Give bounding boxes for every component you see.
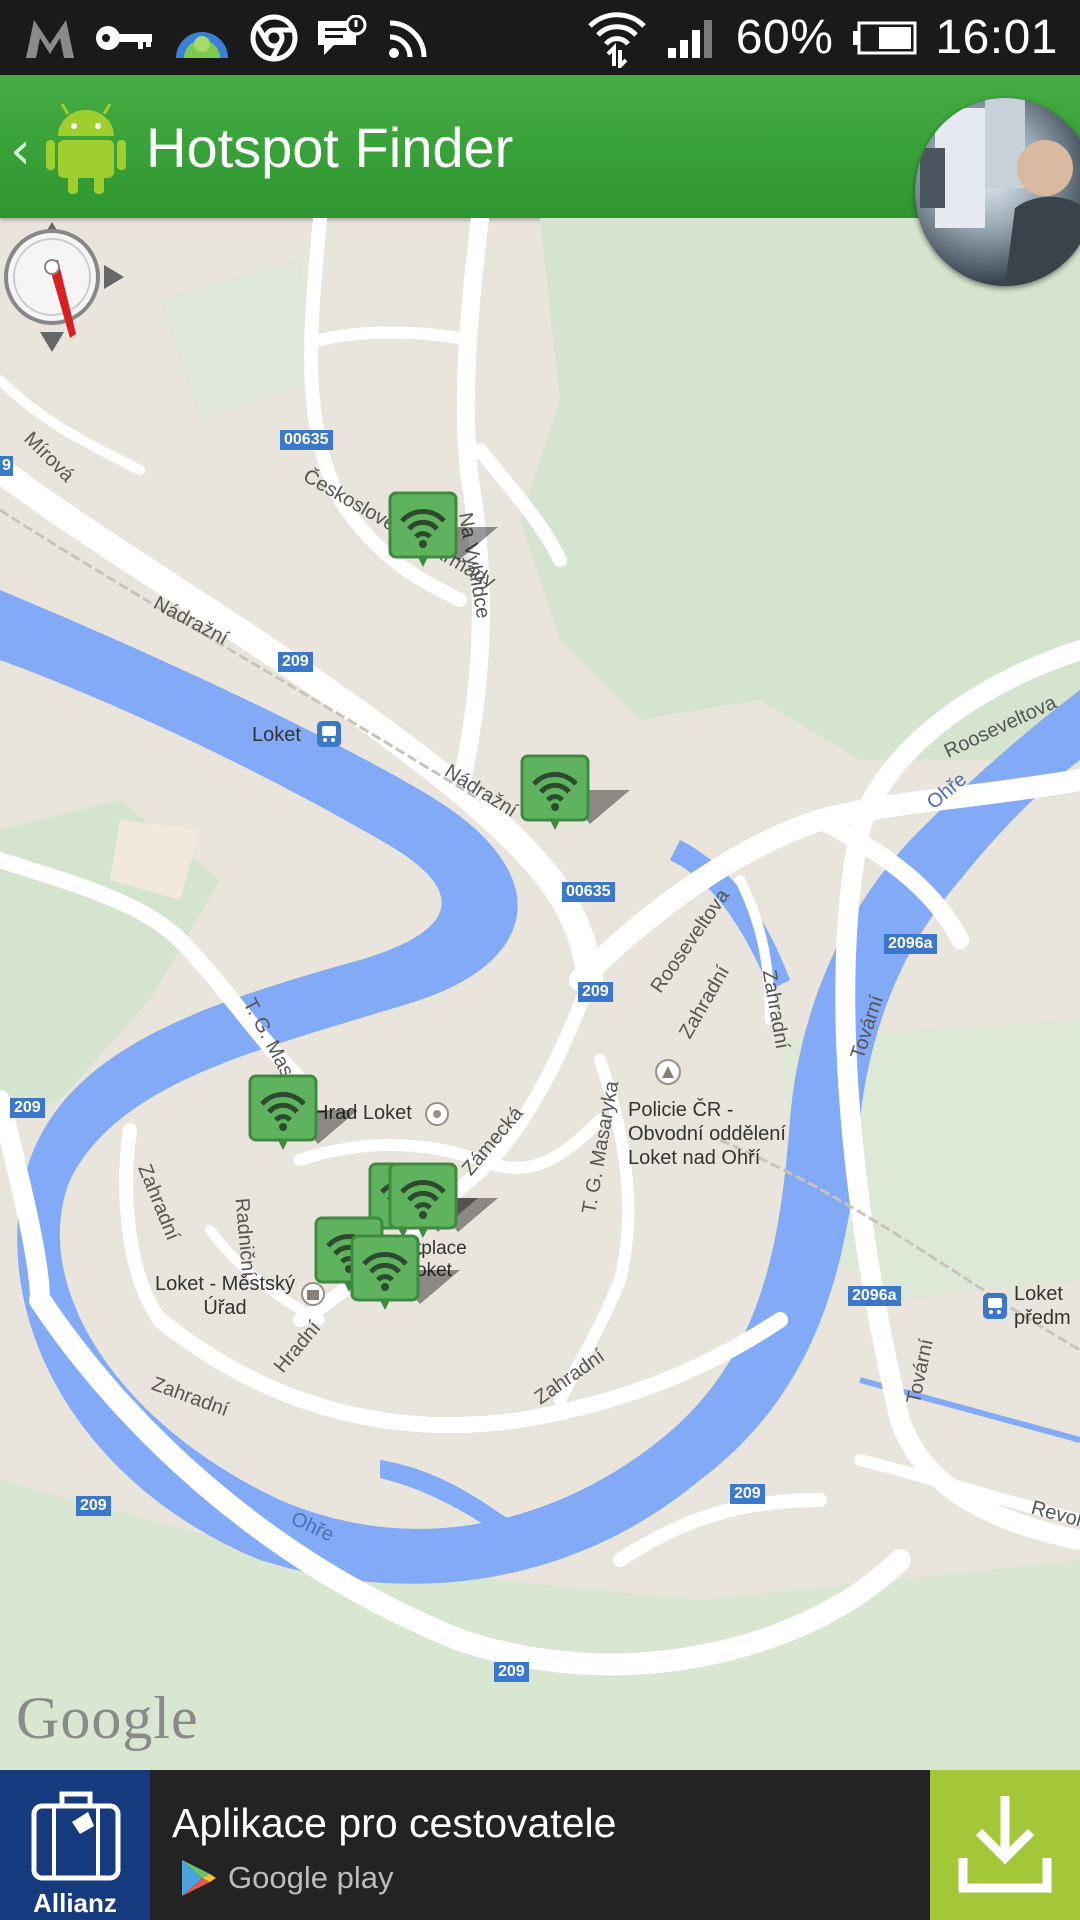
rss-icon <box>389 20 427 58</box>
ad-download-button[interactable] <box>930 1770 1080 1920</box>
back-chevron-icon[interactable]: ‹ <box>10 121 31 181</box>
battery-icon <box>853 21 917 54</box>
place-label-town-hall: Loket - Městský Úřad <box>154 1273 296 1319</box>
place-label-police: Policie ČR - Obvodní oddělení Loket nad … <box>628 1099 786 1169</box>
m-logo-icon <box>26 20 74 58</box>
place-label-station-east: Loket předm <box>1014 1283 1071 1329</box>
place-label-station: Loket <box>252 724 301 746</box>
road-shield: 00635 <box>280 430 333 450</box>
android-logo-icon[interactable] <box>44 100 128 196</box>
train-station-icon <box>317 721 341 747</box>
profile-photo-icon <box>920 98 1080 286</box>
allianz-logo: Allianz <box>0 1770 150 1920</box>
app-title: Hotspot Finder <box>146 116 514 179</box>
notification-icons <box>24 8 432 68</box>
android-market-icon <box>176 32 228 58</box>
clock: 16:01 <box>935 11 1058 64</box>
map-canvas[interactable] <box>0 209 1080 1770</box>
ad-banner[interactable]: Allianz Aplikace pro cestovatele Google … <box>0 1770 1080 1920</box>
signal-icon <box>667 19 712 58</box>
google-play-icon <box>182 1860 216 1896</box>
profile-avatar[interactable] <box>915 98 1080 286</box>
message-alert-icon <box>318 15 367 55</box>
google-play-badge: Google play <box>180 1858 393 1898</box>
road-shield: 209 <box>76 1496 111 1516</box>
road-shield: 2096a <box>848 1286 901 1306</box>
road-shield: 209 <box>494 1662 529 1682</box>
hotspot-marker[interactable] <box>520 754 630 844</box>
key-icon <box>96 26 152 50</box>
google-logo: Google <box>16 1685 199 1751</box>
road-shield: 00635 <box>562 882 615 902</box>
compass-icon[interactable] <box>0 222 130 352</box>
download-icon <box>958 1796 1052 1893</box>
road-shield: 9 <box>0 456 13 476</box>
train-station-east-icon <box>983 1293 1007 1319</box>
road-shield: 2096a <box>884 934 937 954</box>
status-bar: 60% 16:01 <box>0 0 1080 75</box>
road-shield: 209 <box>10 1098 45 1118</box>
suitcase-icon <box>31 1791 121 1881</box>
allianz-brand-text: Allianz <box>33 1888 117 1918</box>
road-shield: 209 <box>278 652 313 672</box>
castle-poi-icon <box>425 1102 449 1126</box>
battery-percent: 60% <box>735 11 834 64</box>
hotspot-marker[interactable] <box>388 491 498 581</box>
ad-headline: Aplikace pro cestovatele <box>172 1800 617 1846</box>
hotspot-marker[interactable] <box>350 1234 460 1324</box>
road-shield: 209 <box>578 982 613 1002</box>
wifi-transfer-icon <box>588 11 646 68</box>
hotspot-marker[interactable] <box>248 1074 358 1164</box>
police-poi-icon <box>655 1059 681 1085</box>
road-shield: 209 <box>730 1484 765 1504</box>
map-view[interactable]: Mírová Nádražní Nádražní Na Vyhlídce Čes… <box>0 209 1080 1770</box>
chrome-icon <box>250 14 298 62</box>
google-play-text: Google play <box>228 1860 394 1895</box>
